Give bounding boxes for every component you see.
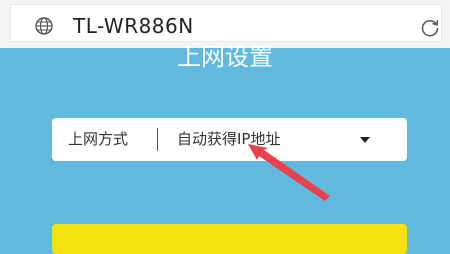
connection-type-select[interactable]: 上网方式 自动获得IP地址 [52, 118, 407, 161]
field-divider [157, 128, 158, 151]
connection-type-label: 上网方式 [68, 130, 129, 148]
reload-icon[interactable] [419, 16, 441, 38]
globe-icon [35, 17, 53, 35]
next-button[interactable] [52, 224, 407, 254]
site-name: TL-WR886N [73, 14, 194, 38]
connection-type-value[interactable]: 自动获得IP地址 [177, 118, 280, 161]
page-title: 上网设置 [177, 43, 273, 71]
address-bar[interactable]: TL-WR886N [10, 4, 442, 42]
caret-down-icon[interactable] [359, 136, 371, 144]
